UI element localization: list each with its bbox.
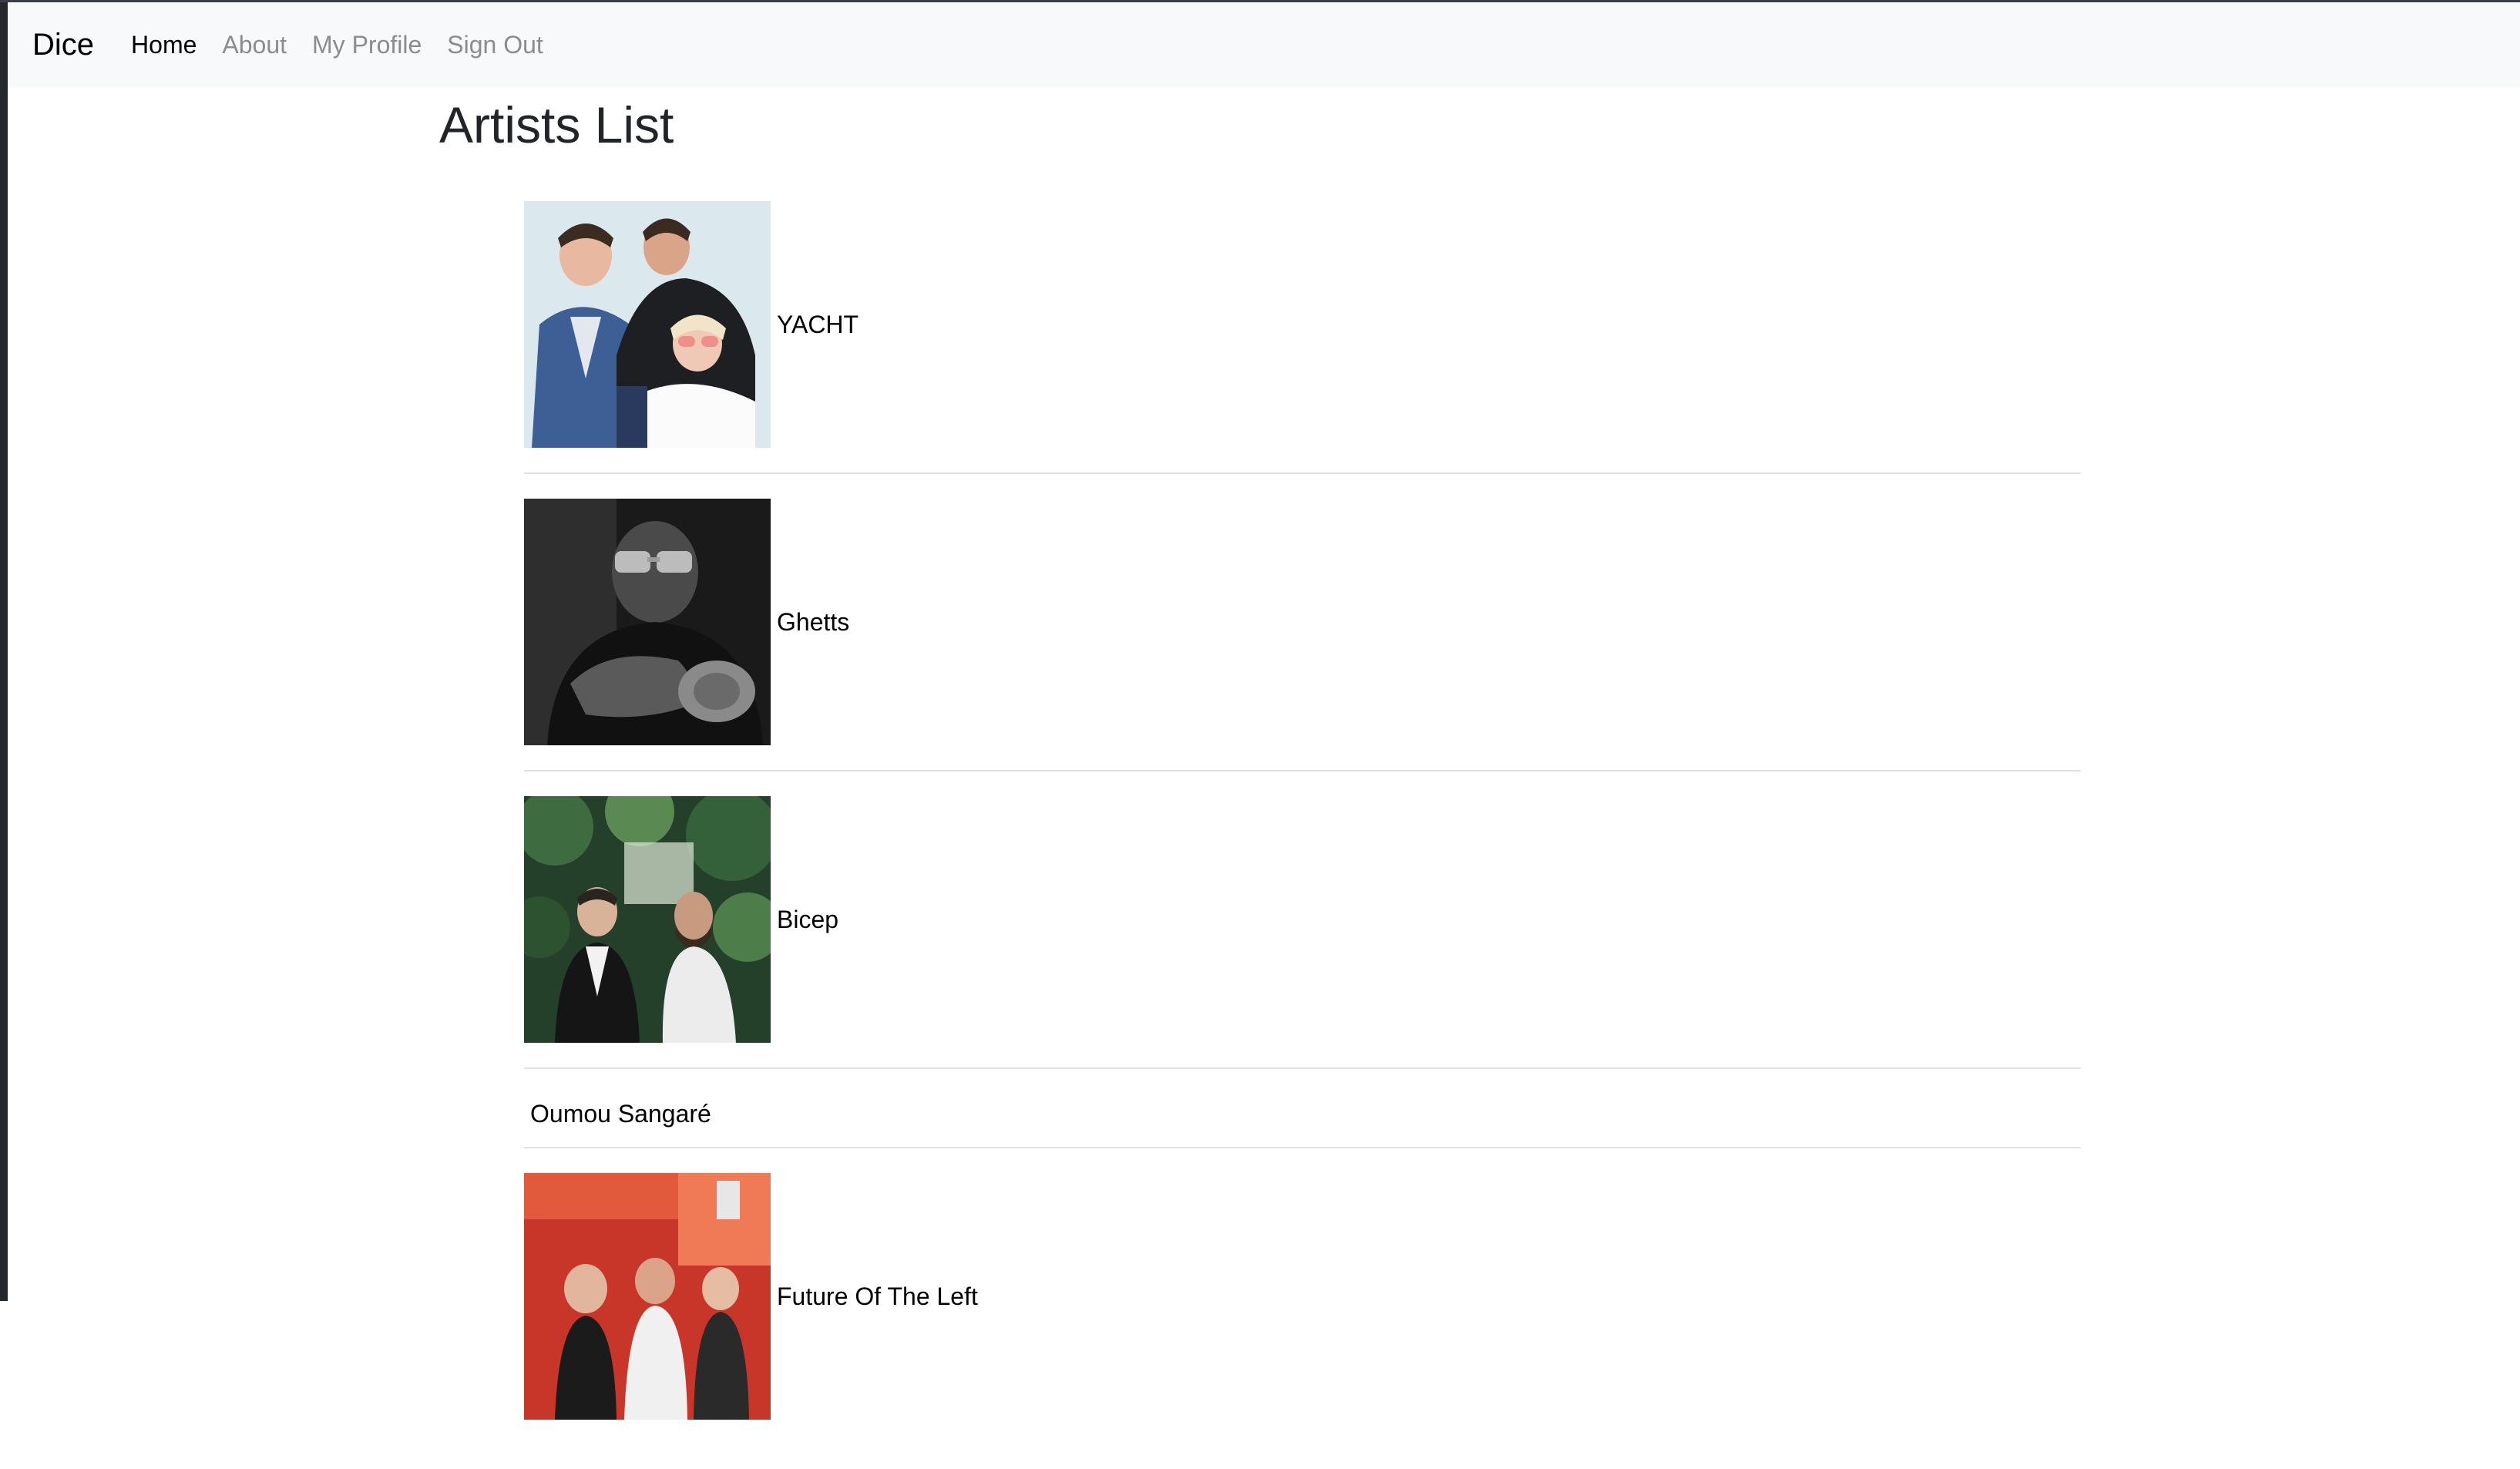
artist-name[interactable]: Ghetts — [777, 608, 849, 637]
artist-list-item[interactable]: Ghetts — [524, 499, 2081, 771]
window-edge — [0, 0, 8, 1301]
nav-link-my-profile[interactable]: My Profile — [312, 31, 422, 59]
artist-photo[interactable] — [524, 499, 771, 745]
nav-link-sign-out[interactable]: Sign Out — [447, 31, 543, 59]
brand-link[interactable]: Dice — [32, 28, 94, 62]
artist-name[interactable]: Bicep — [777, 906, 838, 934]
artist-photo[interactable] — [524, 1173, 771, 1420]
artist-list-item[interactable]: Bicep — [524, 796, 2081, 1069]
artist-list-item[interactable]: YACHT — [524, 201, 2081, 474]
artist-name[interactable]: YACHT — [777, 311, 858, 339]
artist-name[interactable]: Oumou Sangaré — [530, 1100, 711, 1128]
page-title: Artists List — [439, 96, 674, 153]
nav-link-home[interactable]: Home — [131, 31, 197, 59]
artist-list-item[interactable]: Future Of The Left — [524, 1173, 2081, 1444]
artist-list: YACHT Ghetts Bicep Oumou Sangaré Future … — [524, 201, 2081, 1469]
artist-photo[interactable] — [524, 796, 771, 1043]
navbar: Dice Home About My Profile Sign Out — [8, 2, 2520, 87]
artist-name[interactable]: Future Of The Left — [777, 1282, 978, 1311]
nav-link-about[interactable]: About — [222, 31, 287, 59]
artist-list-item[interactable]: Oumou Sangaré — [524, 1094, 2081, 1148]
artist-photo[interactable] — [524, 201, 771, 448]
